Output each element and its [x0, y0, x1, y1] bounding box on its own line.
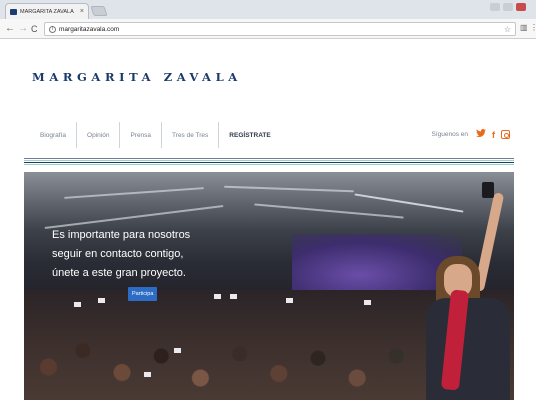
- flag: [74, 302, 81, 307]
- forward-button[interactable]: →: [18, 23, 28, 35]
- instagram-icon[interactable]: [501, 130, 510, 139]
- hero-line: únete a este gran proyecto.: [52, 267, 186, 279]
- tab-title: MARGARITA ZAVALA: [20, 8, 74, 15]
- flag: [286, 298, 293, 303]
- social-label: Síguenos en: [431, 131, 468, 138]
- social-links: Síguenos en f: [431, 129, 510, 140]
- url-text: margaritazavala.com: [59, 25, 120, 33]
- menu-icon[interactable]: ⋮: [530, 23, 536, 34]
- hero-banner: Es importante para nosotros seguir en co…: [24, 172, 514, 400]
- address-bar-row: ← → C i margaritazavala.com ☆ ▥ ⋮: [0, 19, 536, 39]
- main-nav: Biografía Opinión Prensa Tres de Tres RE…: [30, 122, 281, 148]
- header-divider-stripes: [24, 158, 514, 166]
- participa-button[interactable]: Participa: [128, 287, 158, 301]
- flag: [98, 298, 105, 303]
- flag: [364, 300, 371, 305]
- ceiling-light: [224, 185, 354, 193]
- url-bar[interactable]: i margaritazavala.com ☆: [44, 22, 516, 36]
- hero-line: Es importante para nosotros: [52, 229, 191, 241]
- back-button[interactable]: ←: [5, 23, 15, 35]
- minimize-button[interactable]: [490, 3, 500, 11]
- facebook-icon[interactable]: f: [492, 130, 495, 140]
- flag: [214, 294, 221, 299]
- flag: [144, 372, 151, 377]
- maximize-button[interactable]: [503, 3, 513, 11]
- ceiling-light: [254, 203, 404, 219]
- woman-figure: [426, 298, 510, 400]
- site-info-icon[interactable]: i: [49, 25, 56, 33]
- nav-item-prensa[interactable]: Prensa: [120, 122, 163, 148]
- window-close-button[interactable]: [516, 3, 526, 11]
- browser-tab[interactable]: MARGARITA ZAVALA ×: [5, 3, 89, 19]
- flag: [230, 294, 237, 299]
- nav-item-tres-de-tres[interactable]: Tres de Tres: [162, 122, 220, 148]
- bookmark-star-icon[interactable]: ☆: [504, 25, 511, 34]
- flag: [174, 348, 181, 353]
- site-favicon-icon: [10, 8, 17, 15]
- ceiling-light: [64, 187, 204, 199]
- extension-icon[interactable]: ▥: [520, 23, 529, 34]
- reload-button[interactable]: C: [31, 23, 38, 35]
- browser-tab-bar: MARGARITA ZAVALA ×: [0, 0, 536, 19]
- nav-item-biografia[interactable]: Biografía: [30, 122, 78, 148]
- nav-item-registrate[interactable]: REGÍSTRATE: [219, 122, 280, 148]
- window-controls: [490, 3, 526, 13]
- twitter-icon[interactable]: [476, 129, 486, 140]
- hero-message: Es importante para nosotros seguir en co…: [52, 226, 252, 283]
- hero-line: seguir en contacto contigo,: [52, 248, 184, 260]
- site-logo[interactable]: MARGARITA ZAVALA: [32, 70, 242, 84]
- new-tab-button[interactable]: [90, 6, 108, 16]
- nav-item-opinion[interactable]: Opinión: [77, 122, 121, 148]
- tab-close-icon[interactable]: ×: [80, 8, 84, 15]
- phone-icon: [482, 182, 494, 198]
- ceiling-light: [354, 193, 464, 213]
